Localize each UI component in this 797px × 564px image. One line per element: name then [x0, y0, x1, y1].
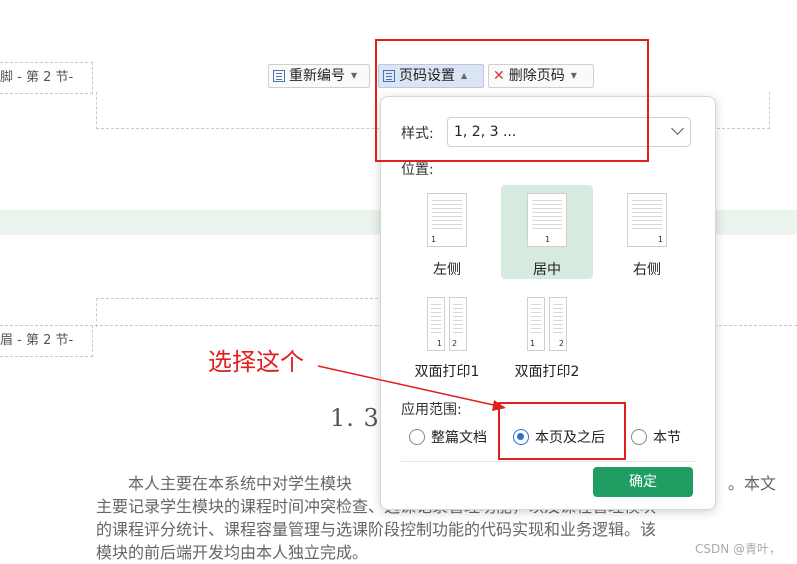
annotation-arrow	[317, 365, 506, 411]
